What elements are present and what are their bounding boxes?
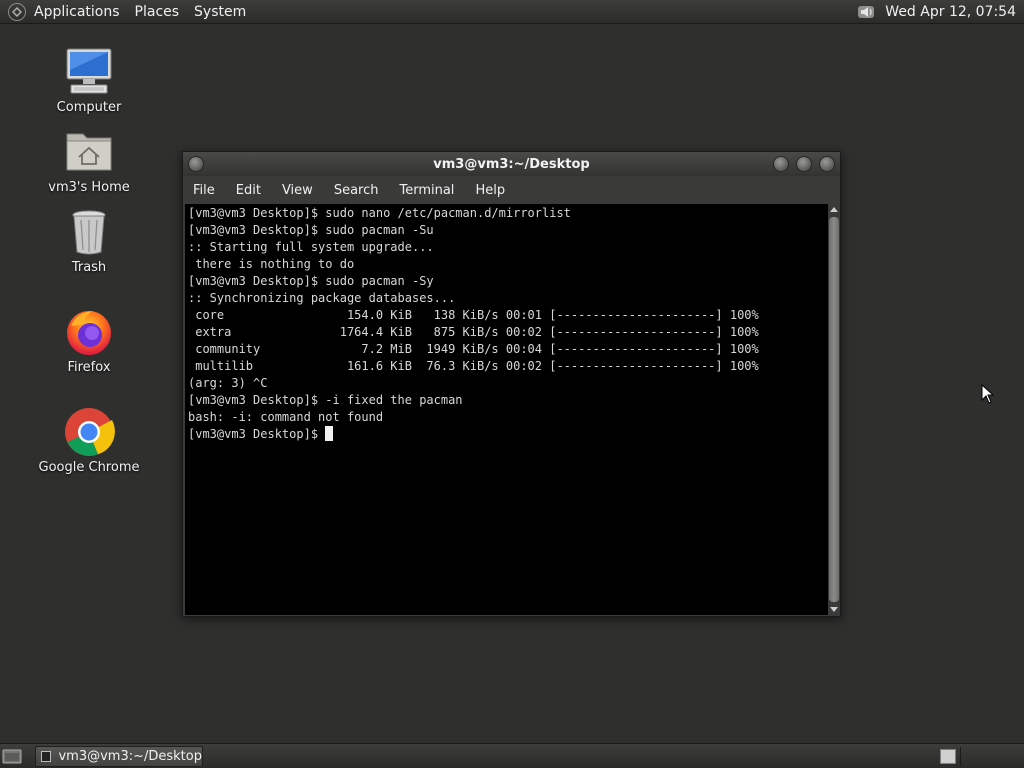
desktop-icon-label: Computer	[56, 100, 122, 115]
computer-icon	[66, 48, 112, 94]
applications-menu[interactable]: Applications	[34, 4, 120, 20]
terminal-scrollbar[interactable]	[828, 204, 840, 615]
terminal-icon	[41, 751, 52, 762]
desktop-icon-home[interactable]: vm3's Home	[29, 126, 149, 195]
terminal-line: [vm3@vm3 Desktop]$ sudo pacman -Sy	[188, 274, 434, 288]
distro-logo-icon[interactable]	[8, 2, 26, 21]
firefox-icon	[67, 311, 111, 355]
desktop-icon-computer[interactable]: Computer	[29, 46, 149, 115]
terminal-window[interactable]: vm3@vm3:~/Desktop File Edit View Search …	[182, 151, 841, 617]
terminal-line: [vm3@vm3 Desktop]$ -i fixed the pacman	[188, 393, 463, 407]
terminal-line: multilib 161.6 KiB 76.3 KiB/s 00:02 [---…	[188, 359, 759, 373]
desktop-icon-chrome[interactable]: Google Chrome	[29, 406, 149, 475]
mouse-pointer-icon	[981, 384, 995, 404]
scrollbar-thumb[interactable]	[829, 217, 839, 602]
desktop-icon-firefox[interactable]: Firefox	[29, 306, 149, 375]
volume-icon[interactable]	[855, 1, 877, 23]
menu-help[interactable]: Help	[475, 183, 505, 198]
terminal-line: extra 1764.4 KiB 875 KiB/s 00:02 [------…	[188, 325, 759, 339]
menu-edit[interactable]: Edit	[236, 183, 261, 198]
clock[interactable]: Wed Apr 12, 07:54	[885, 4, 1016, 20]
system-menu[interactable]: System	[194, 4, 246, 20]
window-menu-button[interactable]	[188, 156, 204, 172]
menu-view[interactable]: View	[282, 183, 313, 198]
terminal-line: there is nothing to do	[188, 257, 355, 271]
trash-icon	[72, 210, 106, 255]
terminal-line: :: Starting full system upgrade...	[188, 240, 434, 254]
desktop-icon-label: Firefox	[67, 360, 111, 375]
taskbar-window-label: vm3@vm3:~/Desktop	[58, 749, 202, 764]
top-panel: Applications Places System Wed Apr 12, 0…	[0, 0, 1024, 24]
scroll-up-arrow-icon[interactable]	[830, 207, 838, 212]
bottom-panel: vm3@vm3:~/Desktop	[0, 743, 1024, 768]
window-titlebar[interactable]: vm3@vm3:~/Desktop	[183, 152, 840, 176]
window-title: vm3@vm3:~/Desktop	[433, 156, 590, 172]
terminal-line: [vm3@vm3 Desktop]$ sudo nano /etc/pacman…	[188, 206, 571, 220]
terminal-menubar: File Edit View Search Terminal Help	[183, 176, 840, 204]
scroll-down-arrow-icon[interactable]	[830, 607, 838, 612]
terminal-line: community 7.2 MiB 1949 KiB/s 00:04 [----…	[188, 342, 759, 356]
terminal-line: (arg: 3) ^C	[188, 376, 268, 390]
maximize-button[interactable]	[796, 156, 812, 172]
home-folder-icon	[66, 133, 112, 171]
terminal-line: :: Synchronizing package databases...	[188, 291, 456, 305]
desktop-icon-label: Trash	[71, 260, 107, 275]
terminal-line: core 154.0 KiB 138 KiB/s 00:01 [--------…	[188, 308, 759, 322]
terminal-prompt-line[interactable]: [vm3@vm3 Desktop]$	[188, 426, 828, 443]
workspace-2[interactable]	[960, 747, 1020, 766]
menu-search[interactable]: Search	[334, 183, 379, 198]
chrome-icon	[65, 408, 115, 456]
desktop-icon-label: vm3's Home	[48, 180, 130, 195]
show-desktop-icon[interactable]	[2, 748, 22, 765]
workspace-1[interactable]	[940, 749, 956, 764]
minimize-button[interactable]	[773, 156, 789, 172]
menu-terminal[interactable]: Terminal	[399, 183, 454, 198]
taskbar-window-button[interactable]: vm3@vm3:~/Desktop	[35, 746, 203, 767]
menu-file[interactable]: File	[193, 183, 215, 198]
desktop-icon-trash[interactable]: Trash	[29, 206, 149, 275]
terminal-line: bash: -i: command not found	[188, 410, 384, 424]
desktop-icon-label: Google Chrome	[38, 460, 140, 475]
terminal-line: [vm3@vm3 Desktop]$ sudo pacman -Su	[188, 223, 434, 237]
text-cursor	[325, 426, 334, 441]
places-menu[interactable]: Places	[135, 4, 180, 20]
terminal-output[interactable]: [vm3@vm3 Desktop]$ sudo nano /etc/pacman…	[185, 204, 828, 615]
terminal-prompt: [vm3@vm3 Desktop]$	[188, 427, 326, 441]
close-button[interactable]	[819, 156, 835, 172]
